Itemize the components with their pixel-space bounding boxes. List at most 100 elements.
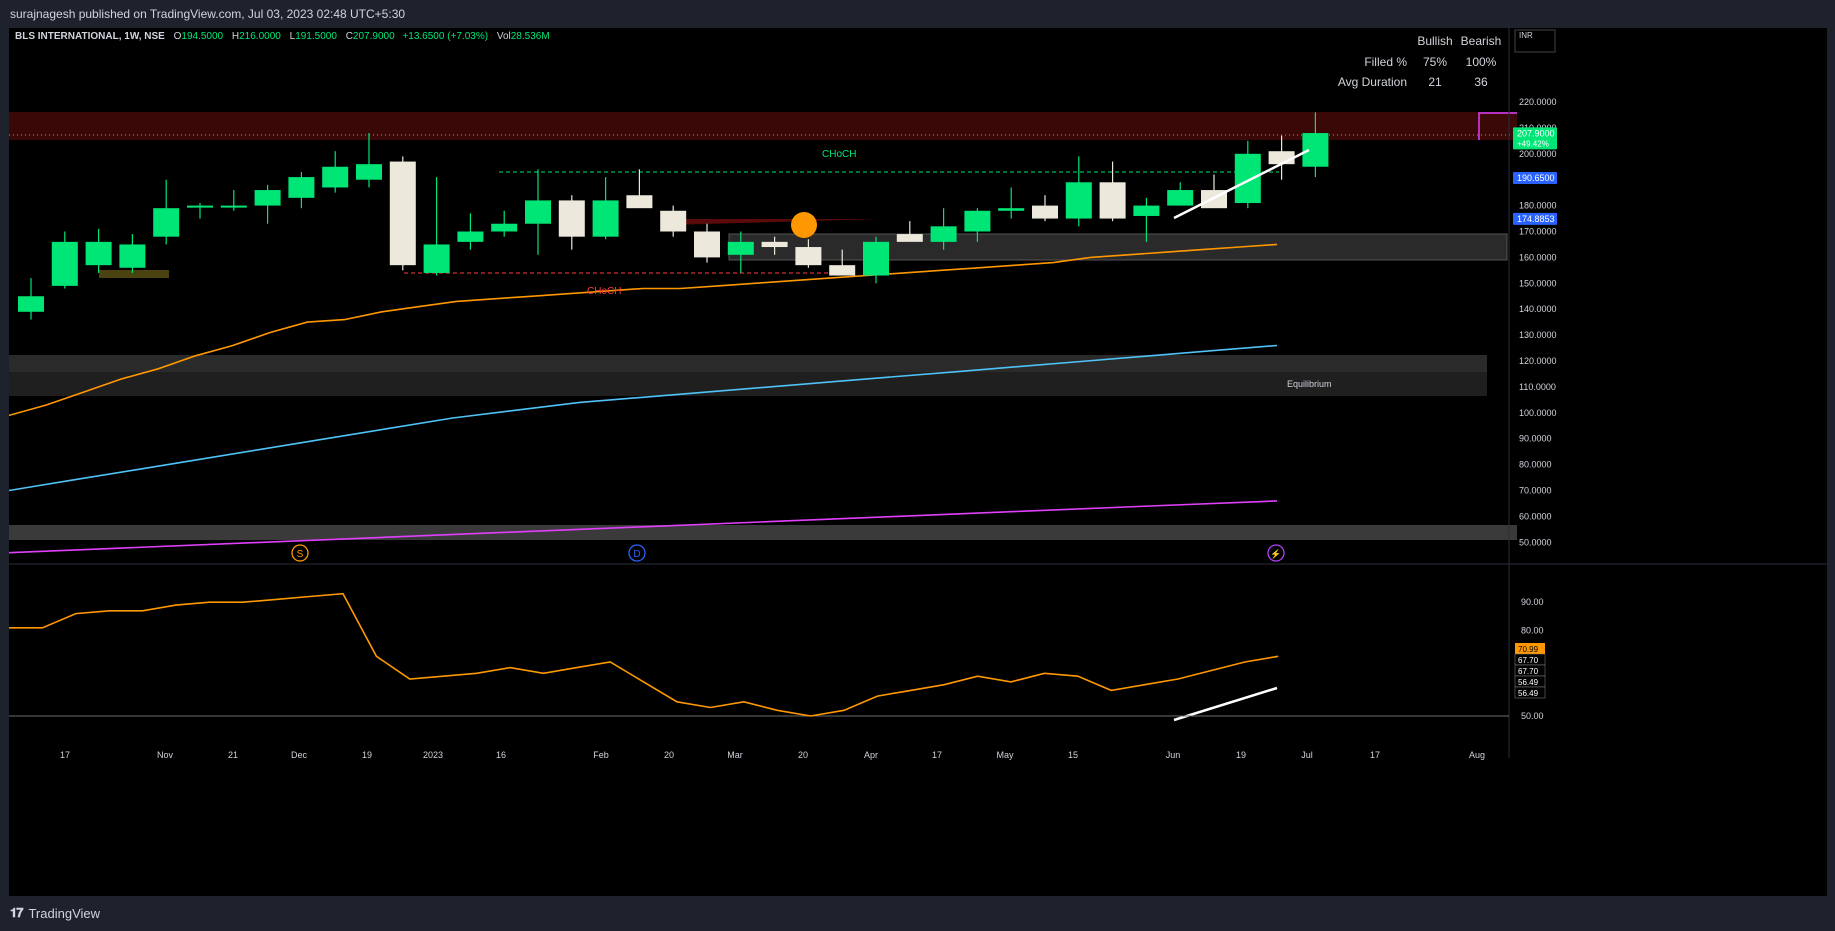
- osc-tick: 50.00: [1521, 711, 1544, 721]
- svg-text:56.49: 56.49: [1518, 689, 1539, 698]
- time-tick: 16: [496, 750, 506, 760]
- time-tick: 19: [362, 750, 372, 760]
- candle-body: [85, 241, 112, 266]
- candle-body: [626, 195, 653, 209]
- osc-label: 67.70: [1514, 653, 1546, 666]
- stats-header-bearish: Bearish: [1461, 34, 1502, 48]
- candle-body: [592, 200, 619, 237]
- time-tick: Feb: [593, 750, 609, 760]
- osc-label: 56.49: [1514, 675, 1546, 688]
- candle-body: [18, 296, 44, 312]
- footer-bar: 𝟏𝟕 TradingView: [0, 896, 1835, 931]
- candle-body: [964, 210, 991, 232]
- choch-bottom-label: CHoCH: [587, 286, 621, 297]
- osc-tick: 80.00: [1521, 626, 1544, 636]
- symbol-name: BLS INTERNATIONAL, 1W, NSE: [15, 31, 165, 42]
- candle-body: [761, 241, 788, 248]
- discount-zone: [9, 525, 1517, 540]
- time-tick: Nov: [157, 750, 174, 760]
- price-label: 174.8853: [1513, 212, 1557, 225]
- stats-cell: 21: [1428, 75, 1442, 89]
- price-tick: 100.0000: [1519, 408, 1557, 418]
- candle-body: [322, 166, 349, 188]
- candle-body: [863, 241, 889, 276]
- candle-body: [187, 205, 213, 208]
- symbol-legend[interactable]: BLS INTERNATIONAL, 1W, NSE O194.5000 H21…: [15, 31, 550, 42]
- candle-body: [1268, 151, 1295, 165]
- candle-body: [525, 200, 551, 224]
- equilibrium-label: Equilibrium: [1287, 379, 1332, 389]
- tradingview-mark-icon: 𝟏𝟕: [10, 905, 24, 920]
- candle-body: [896, 234, 923, 242]
- time-tick: 21: [228, 750, 238, 760]
- stats-cell: 36: [1474, 75, 1488, 89]
- candle-body: [457, 231, 484, 242]
- candle-body: [558, 200, 585, 237]
- price-label: 190.6500: [1513, 172, 1557, 185]
- candle-body: [356, 164, 382, 180]
- candle-body: [1167, 190, 1194, 206]
- candle-body: [288, 177, 315, 198]
- osc-label: 70.99: [1515, 643, 1545, 654]
- price-tick: 50.0000: [1519, 537, 1552, 547]
- price-tick: 160.0000: [1519, 252, 1557, 262]
- price-chart[interactable]: CHoCH CHoCH Equilibrium S D ⚡ BLS INTERN…: [8, 28, 1827, 896]
- candle-body: [829, 265, 856, 276]
- svg-text:70.99: 70.99: [1518, 645, 1539, 654]
- price-tick: 70.0000: [1519, 486, 1552, 496]
- svg-text:+49.42%: +49.42%: [1517, 139, 1549, 148]
- price-tick: 130.0000: [1519, 330, 1557, 340]
- candle-body: [660, 210, 687, 232]
- currency-label: INR: [1519, 31, 1533, 40]
- candle-body: [1099, 182, 1126, 219]
- osc-label: 56.49: [1514, 686, 1546, 699]
- time-tick: Dec: [291, 750, 308, 760]
- time-tick: May: [996, 750, 1014, 760]
- candle-body: [423, 244, 450, 273]
- time-tick: Aug: [1469, 750, 1485, 760]
- time-tick: Jun: [1166, 750, 1181, 760]
- svg-text:67.70: 67.70: [1518, 667, 1539, 676]
- time-tick: Mar: [727, 750, 743, 760]
- choch-top-label: CHoCH: [822, 149, 856, 160]
- osc-label: 67.70: [1514, 664, 1546, 677]
- price-tick: 60.0000: [1519, 511, 1552, 521]
- time-tick: 15: [1068, 750, 1078, 760]
- candle-body: [795, 247, 822, 266]
- stats-row-label: Avg Duration: [1338, 75, 1407, 89]
- candle-body: [998, 208, 1025, 211]
- price-tick: 180.0000: [1519, 201, 1557, 211]
- price-tick: 170.0000: [1519, 227, 1557, 237]
- price-tick: 200.0000: [1519, 149, 1557, 159]
- price-tick: 80.0000: [1519, 460, 1552, 470]
- stats-row-label: Filled %: [1364, 55, 1407, 69]
- candle-body: [930, 226, 957, 242]
- publish-header: surajnagesh published on TradingView.com…: [0, 0, 1835, 28]
- svg-text:D: D: [633, 549, 640, 560]
- candle-body: [51, 241, 78, 286]
- candle[interactable]: [389, 156, 416, 271]
- price-tick: 110.0000: [1519, 382, 1556, 392]
- candle-body: [1065, 182, 1092, 219]
- stats-cell: 75%: [1423, 55, 1447, 69]
- svg-text:207.9000: 207.9000: [1517, 128, 1555, 138]
- price-tick: 140.0000: [1519, 304, 1557, 314]
- time-tick: 17: [60, 750, 70, 760]
- candle-body: [727, 241, 754, 255]
- time-tick: 20: [798, 750, 808, 760]
- time-tick: Jul: [1301, 750, 1313, 760]
- svg-text:67.70: 67.70: [1518, 656, 1539, 665]
- price-label: 207.9000+49.42%: [1513, 127, 1557, 150]
- time-tick: 17: [1370, 750, 1380, 760]
- equilibrium-zone: [9, 372, 1487, 396]
- svg-text:174.8853: 174.8853: [1517, 214, 1555, 224]
- time-tick: 17: [932, 750, 942, 760]
- tradingview-logo[interactable]: 𝟏𝟕 TradingView: [10, 905, 100, 921]
- publish-line: surajnagesh published on TradingView.com…: [10, 7, 406, 21]
- candle-body: [254, 190, 281, 206]
- candle-body: [1234, 153, 1261, 204]
- svg-text:190.6500: 190.6500: [1517, 173, 1555, 183]
- candle-body: [694, 231, 720, 258]
- chart-frame[interactable]: CHoCH CHoCH Equilibrium S D ⚡ BLS INTERN…: [8, 28, 1827, 896]
- price-tick: 120.0000: [1519, 356, 1557, 366]
